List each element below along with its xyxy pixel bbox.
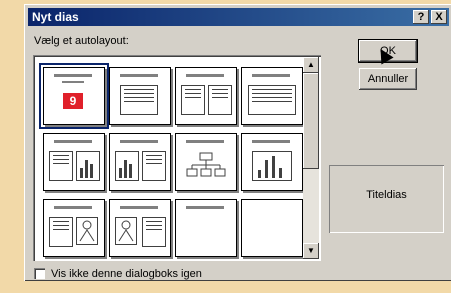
layout-thumb-chart[interactable]: [241, 133, 303, 191]
title-placeholder: [186, 140, 224, 143]
layout-scrollbar[interactable]: ▲ ▼: [303, 57, 319, 259]
layout-thumb-text-and-chart[interactable]: [43, 133, 105, 191]
title-placeholder: [252, 74, 290, 77]
title-placeholder: [120, 206, 158, 209]
layout-thumb-organization-chart[interactable]: [175, 133, 237, 191]
list-placeholder: [142, 151, 166, 181]
list-placeholder: [120, 85, 158, 115]
chart-placeholder: [76, 151, 100, 181]
list-placeholder: [208, 85, 232, 115]
dont-show-again-label[interactable]: Vis ikke denne dialogboks igen: [51, 268, 202, 280]
title-bar: Nyt dias ? X: [28, 8, 449, 26]
layout-thumb-title-slide[interactable]: 9: [39, 63, 109, 129]
list-placeholder: [49, 151, 73, 181]
title-placeholder: [54, 140, 92, 143]
layout-list[interactable]: 9 ▲ ▼: [33, 55, 321, 261]
layout-thumb-bulleted-list[interactable]: [109, 67, 171, 125]
layout-thumb-blank[interactable]: [241, 199, 303, 257]
scroll-thumb[interactable]: [303, 73, 319, 169]
org-chart-icon: [186, 152, 226, 177]
dialog-title: Nyt dias: [32, 10, 79, 24]
clip-art-icon: [76, 217, 98, 245]
clip-art-icon: [115, 217, 137, 245]
title-placeholder: [54, 206, 92, 209]
list-placeholder: [142, 217, 166, 247]
list-placeholder: [49, 217, 73, 247]
scroll-down-button[interactable]: ▼: [303, 243, 319, 259]
layout-thumb-clip-art-and-text[interactable]: [109, 199, 171, 257]
title-placeholder: [252, 140, 290, 143]
layout-label: Vælg et autolayout:: [34, 35, 129, 47]
title-placeholder: [186, 206, 224, 209]
subtitle-placeholder: [62, 81, 84, 83]
selected-number-badge: 9: [63, 93, 83, 109]
title-placeholder: [186, 74, 224, 77]
layout-thumb-two-column-text[interactable]: [175, 67, 237, 125]
title-placeholder: [120, 74, 158, 77]
list-placeholder: [181, 85, 205, 115]
chart-placeholder: [115, 151, 139, 181]
layout-name-label: Titeldias: [366, 189, 407, 201]
layout-thumb-text-and-clip-art[interactable]: [43, 199, 105, 257]
scroll-up-button[interactable]: ▲: [303, 57, 319, 73]
table-placeholder: [248, 85, 296, 115]
cancel-button[interactable]: Annuller: [359, 68, 417, 90]
layout-thumb-chart-and-text[interactable]: [109, 133, 171, 191]
help-button[interactable]: ?: [413, 10, 429, 24]
layout-thumb-table[interactable]: [241, 67, 303, 125]
close-button[interactable]: X: [431, 10, 447, 24]
title-placeholder: [120, 140, 158, 143]
layout-preview-box: Titeldias: [329, 165, 444, 233]
title-placeholder: [54, 74, 92, 77]
dont-show-again-checkbox[interactable]: [34, 268, 45, 279]
layout-thumb-title-only[interactable]: [175, 199, 237, 257]
chart-placeholder: [252, 151, 292, 181]
